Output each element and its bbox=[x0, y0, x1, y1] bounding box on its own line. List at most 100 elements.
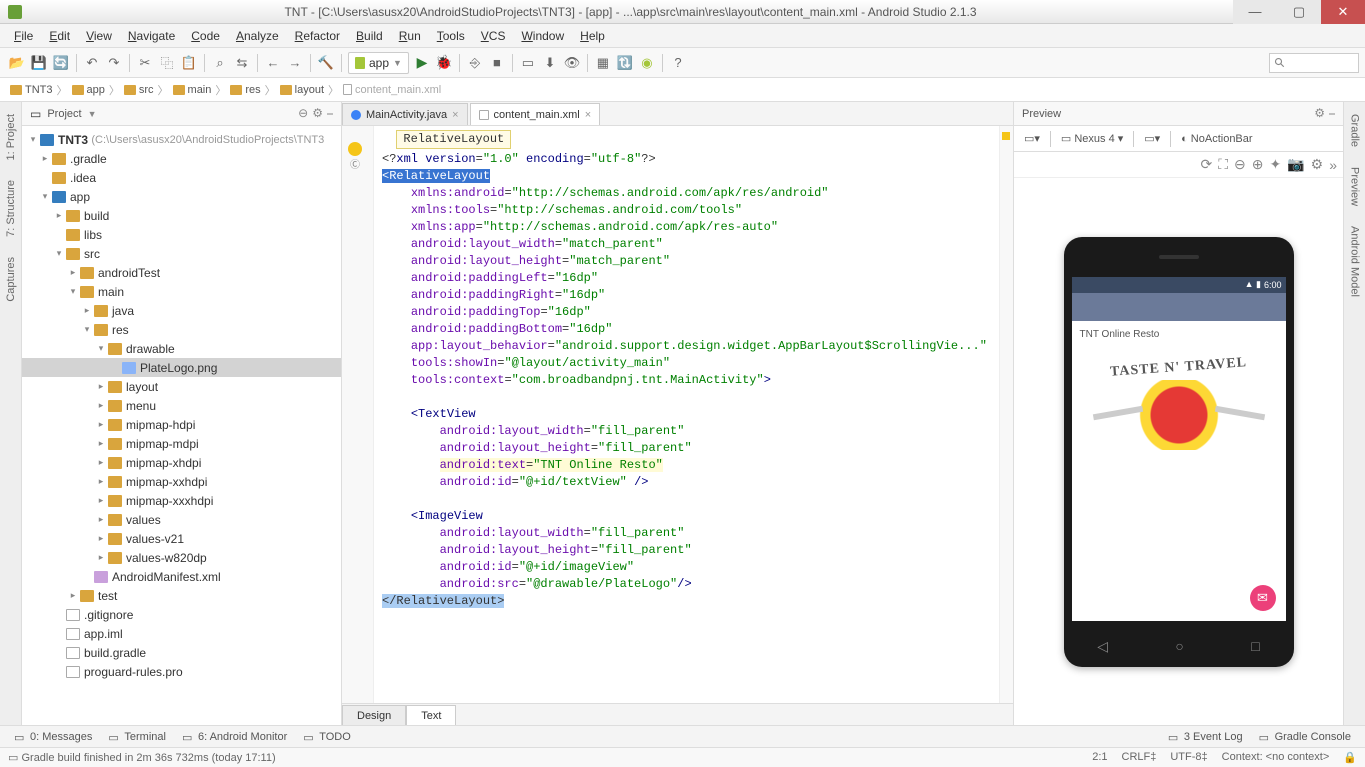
tree-node-mipmap-mdpi[interactable]: ▸mipmap-mdpi bbox=[22, 434, 341, 453]
tree-node--gradle[interactable]: ▸.gradle bbox=[22, 149, 341, 168]
project-tree[interactable]: ▾ TNT3 (C:\Users\asusx20\AndroidStudioPr… bbox=[22, 126, 341, 725]
menu-vcs[interactable]: VCS bbox=[473, 29, 514, 43]
tree-node-test[interactable]: ▸test bbox=[22, 586, 341, 605]
copy-icon[interactable]: ⿻ bbox=[156, 52, 178, 74]
refresh-icon[interactable]: ⟳ bbox=[1200, 156, 1212, 173]
crumb-res[interactable]: res bbox=[226, 84, 264, 96]
help-icon[interactable]: ? bbox=[667, 52, 689, 74]
menu-tools[interactable]: Tools bbox=[429, 29, 473, 43]
tree-node-app[interactable]: ▾app bbox=[22, 187, 341, 206]
run-config-selector[interactable]: app ▼ bbox=[348, 52, 409, 74]
zoom-out-icon[interactable]: ⊖ bbox=[1234, 156, 1246, 173]
crumb-main[interactable]: main bbox=[169, 84, 216, 96]
tree-node-AndroidManifest-xml[interactable]: AndroidManifest.xml bbox=[22, 567, 341, 586]
bottom-3-event-log[interactable]: ▭3 Event Log bbox=[1160, 731, 1251, 743]
error-stripe[interactable] bbox=[999, 126, 1013, 703]
device-selector[interactable]: ▭ Nexus 4▾ bbox=[1057, 132, 1127, 145]
api-selector[interactable]: ▭▾ bbox=[1140, 132, 1164, 145]
tool-1-project[interactable]: 1: Project bbox=[5, 110, 17, 164]
sync-gradle-icon[interactable]: 🔃 bbox=[614, 52, 636, 74]
bottom-gradle-console[interactable]: ▭Gradle Console bbox=[1251, 731, 1359, 743]
zoom-in-icon[interactable]: ⊕ bbox=[1252, 156, 1264, 173]
overflow-icon[interactable]: » bbox=[1329, 157, 1337, 173]
settings-preview-icon[interactable]: ⚙ bbox=[1311, 156, 1324, 173]
tree-node-build[interactable]: ▸build bbox=[22, 206, 341, 225]
monitor-icon[interactable]: 👁 bbox=[561, 52, 583, 74]
stop-icon[interactable]: ■ bbox=[486, 52, 508, 74]
redo-icon[interactable]: ↷ bbox=[103, 52, 125, 74]
status-context[interactable]: Context: <no context> bbox=[1222, 751, 1330, 764]
menu-analyze[interactable]: Analyze bbox=[228, 29, 287, 43]
menu-view[interactable]: View bbox=[78, 29, 120, 43]
menu-window[interactable]: Window bbox=[513, 29, 572, 43]
gear-icon[interactable]: ⚙ bbox=[1314, 106, 1325, 121]
code-area[interactable]: RelativeLayout <?xml version="1.0" encod… bbox=[374, 126, 999, 703]
bottom-0-messages[interactable]: ▭0: Messages bbox=[6, 731, 100, 743]
tab-MainActivity-java[interactable]: MainActivity.java× bbox=[342, 103, 468, 125]
class-gutter-icon[interactable]: Ⓒ bbox=[350, 156, 360, 171]
orientation-selector[interactable]: ▭▾ bbox=[1020, 132, 1044, 145]
bottom-terminal[interactable]: ▭Terminal bbox=[100, 731, 174, 743]
tool-preview[interactable]: Preview bbox=[1349, 163, 1361, 210]
back-icon[interactable]: ← bbox=[262, 52, 284, 74]
crumb-src[interactable]: src bbox=[120, 84, 158, 96]
avd-icon[interactable]: ▭ bbox=[517, 52, 539, 74]
collapse-icon[interactable]: ⊖ bbox=[298, 106, 308, 121]
android-robot-icon[interactable]: ◉ bbox=[636, 52, 658, 74]
save-icon[interactable]: 💾 bbox=[28, 52, 50, 74]
run-button[interactable]: ▶ bbox=[411, 52, 433, 74]
crumb-layout[interactable]: layout bbox=[276, 84, 328, 96]
editor-mode-text[interactable]: Text bbox=[406, 705, 456, 725]
crumb-app[interactable]: app bbox=[68, 84, 109, 96]
editor-mode-design[interactable]: Design bbox=[342, 705, 406, 725]
open-icon[interactable]: 📂 bbox=[6, 52, 28, 74]
sdk-icon[interactable]: ⬇ bbox=[539, 52, 561, 74]
sync-icon[interactable]: 🔄 bbox=[50, 52, 72, 74]
status-eol[interactable]: CRLF‡ bbox=[1122, 751, 1157, 764]
tree-node-layout[interactable]: ▸layout bbox=[22, 377, 341, 396]
menu-navigate[interactable]: Navigate bbox=[120, 29, 183, 43]
project-view-icon[interactable]: ▭ bbox=[30, 107, 41, 121]
replace-icon[interactable]: ⇆ bbox=[231, 52, 253, 74]
status-encoding[interactable]: UTF-8‡ bbox=[1170, 751, 1207, 764]
menu-edit[interactable]: Edit bbox=[41, 29, 78, 43]
bottom-6-android-monitor[interactable]: ▭6: Android Monitor bbox=[174, 731, 295, 743]
tree-node-java[interactable]: ▸java bbox=[22, 301, 341, 320]
find-icon[interactable]: ⌕ bbox=[209, 52, 231, 74]
tree-node-drawable[interactable]: ▾drawable bbox=[22, 339, 341, 358]
tree-node-androidTest[interactable]: ▸androidTest bbox=[22, 263, 341, 282]
theme-selector[interactable]: ◐ NoActionBar bbox=[1177, 133, 1256, 145]
cut-icon[interactable]: ✂ bbox=[134, 52, 156, 74]
status-lock-icon[interactable]: 🔒 bbox=[1343, 751, 1357, 764]
paste-icon[interactable]: 📋 bbox=[178, 52, 200, 74]
status-position[interactable]: 2:1 bbox=[1092, 751, 1107, 764]
hide-preview-icon[interactable]: ⎯ bbox=[1329, 106, 1335, 121]
editor-body[interactable]: Ⓒ RelativeLayout <?xml version="1.0" enc… bbox=[342, 126, 1013, 703]
crumb-TNT3[interactable]: TNT3 bbox=[6, 84, 57, 96]
menu-run[interactable]: Run bbox=[391, 29, 429, 43]
menu-code[interactable]: Code bbox=[183, 29, 228, 43]
tool-gradle[interactable]: Gradle bbox=[1349, 110, 1361, 151]
make-icon[interactable]: 🔨 bbox=[315, 52, 337, 74]
bottom-todo[interactable]: ▭TODO bbox=[295, 731, 359, 743]
menu-refactor[interactable]: Refactor bbox=[287, 29, 348, 43]
tree-node-mipmap-hdpi[interactable]: ▸mipmap-hdpi bbox=[22, 415, 341, 434]
hide-icon[interactable]: ⎯ bbox=[327, 106, 333, 121]
settings-icon[interactable]: ⚙ bbox=[312, 106, 323, 121]
tree-node--gitignore[interactable]: .gitignore bbox=[22, 605, 341, 624]
tree-node-PlateLogo-png[interactable]: PlateLogo.png bbox=[22, 358, 341, 377]
tree-node-src[interactable]: ▾src bbox=[22, 244, 341, 263]
tree-node-build-gradle[interactable]: build.gradle bbox=[22, 643, 341, 662]
menu-help[interactable]: Help bbox=[572, 29, 613, 43]
tree-node-values-w820dp[interactable]: ▸values-w820dp bbox=[22, 548, 341, 567]
preview-canvas[interactable]: ▲ ▮ 6:00 TNT Online Resto TASTE N' TRAVE… bbox=[1014, 178, 1343, 725]
tool-captures[interactable]: Captures bbox=[5, 253, 17, 306]
debug-button[interactable]: 🐞 bbox=[433, 52, 455, 74]
maximize-button[interactable]: ▢ bbox=[1277, 0, 1321, 24]
minimize-button[interactable]: — bbox=[1233, 0, 1277, 24]
menu-file[interactable]: File bbox=[6, 29, 41, 43]
search-box[interactable] bbox=[1269, 53, 1359, 73]
close-button[interactable]: ✕ bbox=[1321, 0, 1365, 24]
tree-node-values[interactable]: ▸values bbox=[22, 510, 341, 529]
tree-root[interactable]: ▾ TNT3 (C:\Users\asusx20\AndroidStudioPr… bbox=[22, 130, 341, 149]
